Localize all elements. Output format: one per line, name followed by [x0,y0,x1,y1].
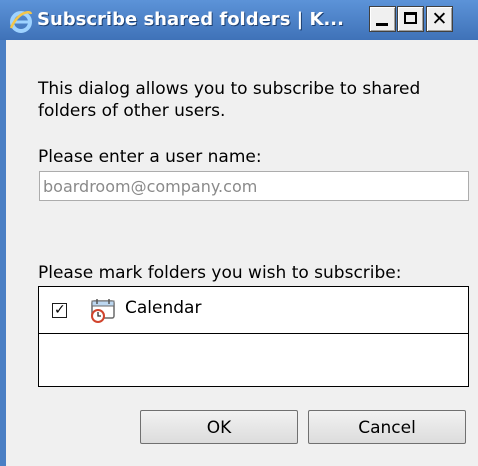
folder-list: ✓ Calendar [38,286,469,387]
maximize-icon [404,12,417,24]
close-icon: ✕ [431,8,448,30]
folder-item-calendar[interactable]: ✓ Calendar [39,287,468,334]
minimize-button[interactable] [369,6,396,32]
dialog-body: This dialog allows you to subscribe to s… [6,40,478,466]
folders-label: Please mark folders you wish to subscrib… [38,263,402,283]
window-title: Subscribe shared folders | K... [37,9,344,30]
close-button[interactable]: ✕ [426,6,453,32]
subscribe-dialog-window: Subscribe shared folders | K... ✕ This d… [0,0,478,466]
calendar-icon [91,299,115,323]
user-name-label: Please enter a user name: [38,147,262,167]
dialog-description: This dialog allows you to subscribe to s… [38,79,421,121]
calendar-checkbox[interactable]: ✓ [52,302,67,318]
calendar-label: Calendar [125,298,202,318]
ok-button[interactable]: OK [140,410,298,444]
title-bar[interactable]: Subscribe shared folders | K... ✕ [0,0,478,40]
maximize-button[interactable] [397,6,424,32]
browser-e-icon [9,11,33,33]
user-name-input[interactable] [39,171,469,201]
minimize-icon [376,23,388,26]
cancel-button[interactable]: Cancel [308,410,466,444]
check-icon: ✓ [54,302,66,318]
